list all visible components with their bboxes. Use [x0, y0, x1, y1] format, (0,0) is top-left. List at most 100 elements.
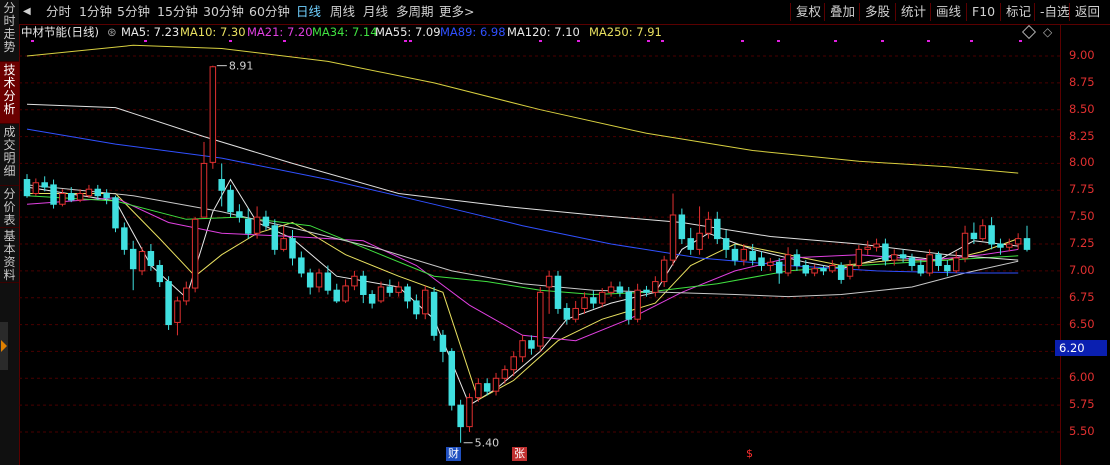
y-tick-label: 7.25 — [1069, 236, 1095, 250]
y-tick-label: 7.50 — [1069, 209, 1095, 224]
period-tab-6[interactable]: 60分钟 — [249, 3, 290, 21]
candle-body-down — [722, 238, 730, 250]
ma-line-ma89 — [26, 128, 1019, 274]
candle-body-down — [333, 289, 340, 302]
period-tab-9[interactable]: 月线 — [363, 3, 388, 21]
candle-body-up — [138, 251, 146, 272]
candle-body-down — [882, 243, 889, 261]
low-price-label: 5.40 — [475, 437, 500, 450]
candle-body-down — [227, 189, 234, 213]
event-dot — [229, 40, 232, 42]
candle-body-up — [696, 232, 703, 250]
event-dot — [834, 40, 837, 42]
candle-body-up — [864, 246, 871, 250]
candle-body-up — [979, 225, 986, 240]
candle-body-down — [483, 383, 491, 392]
candle-body-up — [315, 272, 323, 288]
toolbar-button-4[interactable]: 统计 — [895, 3, 931, 21]
ma-value-5: MA55: 7.09 — [375, 25, 441, 39]
sidebar-tab-2[interactable]: 技术分析 — [0, 62, 19, 124]
y-tick-label: 9.00 — [1069, 48, 1095, 62]
sidebar-tab-5[interactable]: 基本资料 — [0, 228, 19, 283]
candle-body-up — [545, 275, 553, 288]
ma-value-6: MA89: 6.98 — [440, 25, 506, 39]
sidebar-tab-1[interactable]: 分时走势 — [0, 0, 19, 62]
toolbar-button-9[interactable]: 返回 — [1069, 3, 1105, 21]
candle-body-up — [581, 297, 588, 309]
crosshair-price-label: 6.20 — [1055, 340, 1107, 356]
candle-body-down — [94, 188, 102, 197]
candle-body-down — [749, 251, 756, 261]
event-dot — [777, 40, 780, 42]
period-tab-1[interactable]: 分时 — [46, 3, 71, 21]
toolbar-button-2[interactable]: 叠加 — [824, 3, 860, 21]
toolbar-button-1[interactable]: 复权 — [790, 3, 826, 21]
period-tab-8[interactable]: 周线 — [330, 3, 355, 21]
y-tick-label: 7.00 — [1069, 262, 1095, 277]
stock-title[interactable]: 中材节能(日线) — [21, 24, 99, 40]
toolbar-button-7[interactable]: 标记 — [1000, 3, 1036, 21]
candle-body-up — [395, 286, 402, 293]
candle-body-up — [829, 264, 836, 272]
back-arrow-icon[interactable]: ◀ — [23, 3, 31, 21]
candle-body-up — [634, 289, 641, 320]
period-tab-7[interactable]: 日线 — [296, 3, 321, 21]
candle-body-down — [643, 289, 650, 293]
sidebar-tab-3[interactable]: 成交明细 — [0, 124, 19, 186]
event-flag-1[interactable]: 财 — [446, 447, 461, 461]
collapse-sidebar-arrow-icon[interactable] — [0, 322, 8, 370]
period-tab-2[interactable]: 1分钟 — [79, 3, 112, 21]
candle-body-down — [262, 216, 270, 227]
candle-body-down — [899, 254, 907, 259]
period-tab-4[interactable]: 15分钟 — [157, 3, 198, 21]
candle-body-down — [802, 264, 810, 274]
candle-body-down — [563, 307, 571, 320]
settings-icon[interactable]: ⊛ — [107, 24, 117, 40]
candle-body-up — [855, 248, 863, 266]
candle-body-down — [368, 293, 376, 304]
candle-body-down — [413, 300, 420, 315]
sidebar: 分时走势 技术分析 成交明细 分价表 基本资料 — [0, 0, 20, 465]
ma-value-4: MA34: 7.14 — [312, 25, 378, 39]
ma-line-ma120 — [26, 103, 1019, 261]
candle-body-down — [271, 225, 279, 250]
candle-body-down — [360, 275, 367, 295]
candle-body-down — [112, 197, 119, 229]
period-tab-11[interactable]: 更多> — [439, 3, 474, 21]
candle-body-up — [537, 291, 544, 347]
candle-body-down — [324, 272, 332, 291]
candle-body-up — [740, 248, 748, 261]
panel-options-icon[interactable]: ◇ — [1043, 25, 1052, 39]
period-toolbar: ◀ 分时 1分钟 5分钟 15分钟 30分钟 60分钟 日线 周线 月线 多周期 更多> 复权 叠加 多股统… — [19, 0, 1110, 25]
candle-body-up — [652, 281, 659, 293]
candle-body-down — [289, 238, 296, 259]
y-tick-label: 6.50 — [1069, 316, 1095, 331]
candle-body-down — [775, 261, 783, 274]
candle-body-up — [952, 257, 960, 272]
candle-body-down — [165, 281, 172, 326]
period-tab-5[interactable]: 30分钟 — [203, 3, 244, 21]
event-dot — [1019, 40, 1022, 42]
candle-body-up — [811, 268, 818, 274]
toolbar-button-6[interactable]: F10 — [966, 3, 1000, 21]
sidebar-tab-4[interactable]: 分价表 — [0, 186, 19, 228]
candle-body-down — [298, 257, 305, 274]
y-tick-label: 8.50 — [1069, 101, 1095, 116]
candle-body-down — [554, 275, 562, 309]
candle-body-down — [430, 291, 438, 336]
candle-body-up — [280, 238, 287, 250]
kline-chart[interactable]: 8.91 5.40 — [19, 40, 1060, 465]
candle-body-down — [41, 182, 48, 188]
candle-body-down — [386, 286, 394, 293]
event-flag-2[interactable]: 张 — [512, 447, 527, 461]
period-tab-10[interactable]: 多周期 — [396, 3, 434, 21]
candle-body-down — [988, 225, 995, 245]
event-dot — [409, 40, 412, 42]
toolbar-button-5[interactable]: 画线 — [930, 3, 966, 21]
y-tick-label: 8.25 — [1069, 128, 1095, 143]
candle-body-up — [705, 218, 712, 234]
event-flag-3[interactable]: $ — [744, 447, 755, 461]
candle-body-down — [837, 264, 845, 280]
period-tab-3[interactable]: 5分钟 — [117, 3, 150, 21]
toolbar-button-3[interactable]: 多股 — [859, 3, 895, 21]
